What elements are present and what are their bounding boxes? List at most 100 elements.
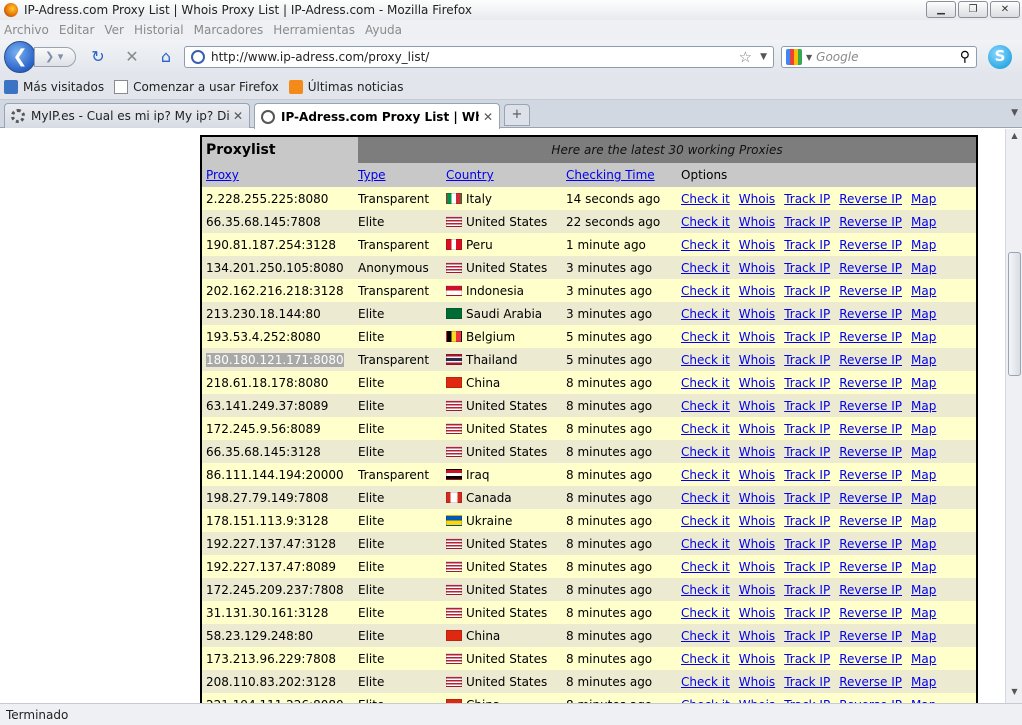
track-ip-link[interactable]: Track IP — [784, 491, 830, 505]
check-it-link[interactable]: Check it — [681, 215, 730, 229]
track-ip-link[interactable]: Track IP — [784, 353, 830, 367]
map-link[interactable]: Map — [911, 422, 936, 436]
home-icon[interactable]: ⌂ — [156, 48, 176, 66]
map-link[interactable]: Map — [911, 560, 936, 574]
reverse-ip-link[interactable]: Reverse IP — [839, 560, 902, 574]
reverse-ip-link[interactable]: Reverse IP — [839, 376, 902, 390]
check-it-link[interactable]: Check it — [681, 583, 730, 597]
check-it-link[interactable]: Check it — [681, 491, 730, 505]
map-link[interactable]: Map — [911, 514, 936, 528]
tab-list-dropdown-icon[interactable]: ▼ — [1011, 108, 1018, 118]
new-tab-button[interactable]: + — [504, 104, 530, 126]
check-it-link[interactable]: Check it — [681, 238, 730, 252]
close-button[interactable]: ✕ — [990, 1, 1020, 18]
map-link[interactable]: Map — [911, 376, 936, 390]
search-input[interactable]: Google — [816, 50, 960, 64]
track-ip-link[interactable]: Track IP — [784, 468, 830, 482]
track-ip-link[interactable]: Track IP — [784, 606, 830, 620]
check-it-link[interactable]: Check it — [681, 422, 730, 436]
map-link[interactable]: Map — [911, 675, 936, 689]
reverse-ip-link[interactable]: Reverse IP — [839, 537, 902, 551]
whois-link[interactable]: Whois — [739, 652, 775, 666]
whois-link[interactable]: Whois — [739, 192, 775, 206]
site-identity-icon[interactable] — [191, 50, 205, 64]
check-it-link[interactable]: Check it — [681, 192, 730, 206]
check-it-link[interactable]: Check it — [681, 560, 730, 574]
map-link[interactable]: Map — [911, 445, 936, 459]
tab-myip[interactable]: MyIP.es - Cual es mi ip? My ip? Dire... … — [4, 103, 250, 128]
map-link[interactable]: Map — [911, 261, 936, 275]
whois-link[interactable]: Whois — [739, 307, 775, 321]
whois-link[interactable]: Whois — [739, 514, 775, 528]
reverse-ip-link[interactable]: Reverse IP — [839, 422, 902, 436]
bookmark-ultimas-noticias[interactable]: Últimas noticias — [288, 79, 404, 94]
check-it-link[interactable]: Check it — [681, 675, 730, 689]
check-it-link[interactable]: Check it — [681, 514, 730, 528]
search-icon[interactable]: ⚲ — [960, 49, 970, 65]
close-tab-icon[interactable]: ✕ — [483, 110, 493, 124]
map-link[interactable]: Map — [911, 353, 936, 367]
map-link[interactable]: Map — [911, 284, 936, 298]
whois-link[interactable]: Whois — [739, 353, 775, 367]
track-ip-link[interactable]: Track IP — [784, 215, 830, 229]
minimize-button[interactable]: ▁ — [926, 1, 956, 18]
whois-link[interactable]: Whois — [739, 537, 775, 551]
reverse-ip-link[interactable]: Reverse IP — [839, 284, 902, 298]
whois-link[interactable]: Whois — [739, 491, 775, 505]
whois-link[interactable]: Whois — [739, 606, 775, 620]
track-ip-link[interactable]: Track IP — [784, 583, 830, 597]
reverse-ip-link[interactable]: Reverse IP — [839, 583, 902, 597]
map-link[interactable]: Map — [911, 399, 936, 413]
whois-link[interactable]: Whois — [739, 238, 775, 252]
whois-link[interactable]: Whois — [739, 560, 775, 574]
whois-link[interactable]: Whois — [739, 629, 775, 643]
reverse-ip-link[interactable]: Reverse IP — [839, 192, 902, 206]
reverse-ip-link[interactable]: Reverse IP — [839, 238, 902, 252]
track-ip-link[interactable]: Track IP — [784, 514, 830, 528]
maximize-button[interactable]: ❐ — [958, 1, 988, 18]
reverse-ip-link[interactable]: Reverse IP — [839, 652, 902, 666]
whois-link[interactable]: Whois — [739, 445, 775, 459]
check-it-link[interactable]: Check it — [681, 284, 730, 298]
bookmark-star-icon[interactable]: ☆ — [739, 48, 752, 66]
whois-link[interactable]: Whois — [739, 376, 775, 390]
whois-link[interactable]: Whois — [739, 399, 775, 413]
track-ip-link[interactable]: Track IP — [784, 376, 830, 390]
check-it-link[interactable]: Check it — [681, 261, 730, 275]
search-engine-dropdown-icon[interactable]: ▼ — [806, 53, 812, 62]
reverse-ip-link[interactable]: Reverse IP — [839, 307, 902, 321]
whois-link[interactable]: Whois — [739, 215, 775, 229]
map-link[interactable]: Map — [911, 606, 936, 620]
reverse-ip-link[interactable]: Reverse IP — [839, 399, 902, 413]
track-ip-link[interactable]: Track IP — [784, 537, 830, 551]
whois-link[interactable]: Whois — [739, 330, 775, 344]
track-ip-link[interactable]: Track IP — [784, 445, 830, 459]
sort-country-link[interactable]: Country — [446, 168, 494, 182]
menu-ver[interactable]: Ver — [104, 23, 124, 37]
map-link[interactable]: Map — [911, 330, 936, 344]
reverse-ip-link[interactable]: Reverse IP — [839, 606, 902, 620]
menu-herramientas[interactable]: Herramientas — [273, 23, 355, 37]
check-it-link[interactable]: Check it — [681, 307, 730, 321]
scroll-up-icon[interactable]: ▲ — [1008, 131, 1021, 145]
sort-time-link[interactable]: Checking Time — [566, 168, 655, 182]
whois-link[interactable]: Whois — [739, 261, 775, 275]
reverse-ip-link[interactable]: Reverse IP — [839, 330, 902, 344]
whois-link[interactable]: Whois — [739, 468, 775, 482]
track-ip-link[interactable]: Track IP — [784, 422, 830, 436]
whois-link[interactable]: Whois — [739, 583, 775, 597]
reverse-ip-link[interactable]: Reverse IP — [839, 215, 902, 229]
track-ip-link[interactable]: Track IP — [784, 675, 830, 689]
close-tab-icon[interactable]: ✕ — [233, 109, 243, 123]
track-ip-link[interactable]: Track IP — [784, 238, 830, 252]
check-it-link[interactable]: Check it — [681, 652, 730, 666]
map-link[interactable]: Map — [911, 192, 936, 206]
skype-icon[interactable]: S — [988, 45, 1012, 69]
check-it-link[interactable]: Check it — [681, 330, 730, 344]
reverse-ip-link[interactable]: Reverse IP — [839, 445, 902, 459]
url-history-dropdown-icon[interactable]: ▼ — [760, 52, 767, 62]
search-bar[interactable]: ▼ Google ⚲ — [781, 46, 977, 68]
url-text[interactable]: http://www.ip-adress.com/proxy_list/ — [211, 50, 739, 64]
check-it-link[interactable]: Check it — [681, 629, 730, 643]
check-it-link[interactable]: Check it — [681, 537, 730, 551]
